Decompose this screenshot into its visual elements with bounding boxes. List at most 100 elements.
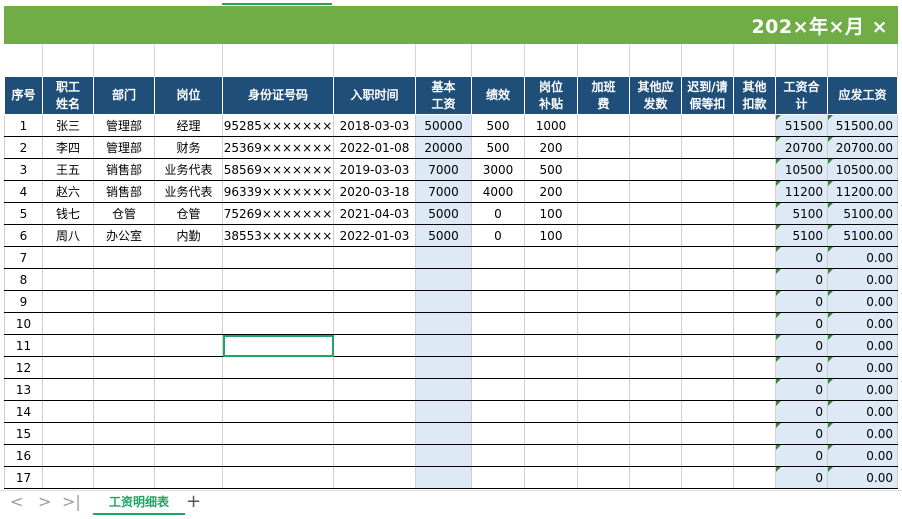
table-cell[interactable] <box>681 400 734 423</box>
table-cell[interactable] <box>733 422 776 445</box>
table-cell[interactable] <box>681 202 734 225</box>
table-cell[interactable] <box>222 466 334 489</box>
table-cell[interactable]: 5100.00 <box>827 202 898 225</box>
table-cell[interactable] <box>222 444 334 467</box>
column-header[interactable]: 加班 费 <box>577 76 630 115</box>
table-cell[interactable] <box>154 246 223 269</box>
table-cell[interactable] <box>471 268 525 291</box>
table-cell[interactable]: 2021-04-03 <box>333 202 416 225</box>
table-cell[interactable] <box>629 356 682 379</box>
table-cell[interactable]: 1000 <box>524 114 578 137</box>
table-cell[interactable]: 0.00 <box>827 290 898 313</box>
table-cell[interactable]: 0 <box>775 444 828 467</box>
table-cell[interactable] <box>154 290 223 313</box>
table-cell[interactable]: 51500.00 <box>827 114 898 137</box>
table-cell[interactable]: 3000 <box>471 158 525 181</box>
table-cell[interactable] <box>415 246 472 269</box>
table-cell[interactable]: 仓管 <box>93 202 155 225</box>
table-cell[interactable] <box>471 290 525 313</box>
table-cell[interactable] <box>733 466 776 489</box>
table-cell[interactable] <box>629 334 682 357</box>
table-cell[interactable] <box>681 180 734 203</box>
table-cell[interactable] <box>733 334 776 357</box>
table-cell[interactable] <box>415 312 472 335</box>
table-cell[interactable]: 51500 <box>775 114 828 137</box>
table-cell[interactable] <box>154 334 223 357</box>
table-cell[interactable]: 2 <box>4 136 43 159</box>
table-cell[interactable] <box>681 290 734 313</box>
table-cell[interactable] <box>733 114 776 137</box>
table-cell[interactable]: 0.00 <box>827 400 898 423</box>
table-cell[interactable] <box>222 246 334 269</box>
table-cell[interactable]: 2022-01-08 <box>333 136 416 159</box>
table-cell[interactable] <box>524 356 578 379</box>
table-cell[interactable]: 11200.00 <box>827 180 898 203</box>
table-cell[interactable] <box>222 400 334 423</box>
table-cell[interactable] <box>629 378 682 401</box>
table-cell[interactable] <box>681 422 734 445</box>
table-cell[interactable]: 38553××××××× <box>222 224 334 247</box>
table-cell[interactable] <box>154 378 223 401</box>
table-cell[interactable]: 0.00 <box>827 312 898 335</box>
table-cell[interactable]: 50000 <box>415 114 472 137</box>
table-cell[interactable]: 0 <box>775 290 828 313</box>
table-cell[interactable] <box>733 290 776 313</box>
table-cell[interactable] <box>333 356 416 379</box>
table-cell[interactable] <box>733 136 776 159</box>
table-cell[interactable] <box>93 312 155 335</box>
table-cell[interactable] <box>42 334 94 357</box>
table-cell[interactable] <box>577 356 630 379</box>
table-cell[interactable]: 75269××××××× <box>222 202 334 225</box>
table-cell[interactable] <box>333 444 416 467</box>
table-cell[interactable] <box>577 400 630 423</box>
table-cell[interactable]: 赵六 <box>42 180 94 203</box>
table-cell[interactable] <box>577 466 630 489</box>
table-cell[interactable] <box>415 334 472 357</box>
table-cell[interactable]: 0.00 <box>827 268 898 291</box>
table-cell[interactable] <box>93 356 155 379</box>
table-cell[interactable] <box>733 202 776 225</box>
table-cell[interactable]: 办公室 <box>93 224 155 247</box>
table-cell[interactable]: 2018-03-03 <box>333 114 416 137</box>
table-cell[interactable] <box>42 400 94 423</box>
table-cell[interactable] <box>629 136 682 159</box>
table-cell[interactable] <box>154 312 223 335</box>
table-cell[interactable]: 2020-03-18 <box>333 180 416 203</box>
table-cell[interactable] <box>577 224 630 247</box>
table-cell[interactable] <box>681 466 734 489</box>
table-cell[interactable]: 14 <box>4 400 43 423</box>
table-cell[interactable] <box>42 422 94 445</box>
table-cell[interactable]: 96339××××××× <box>222 180 334 203</box>
table-cell[interactable] <box>471 334 525 357</box>
table-cell[interactable]: 2019-03-03 <box>333 158 416 181</box>
table-cell[interactable]: 0.00 <box>827 356 898 379</box>
table-cell[interactable] <box>415 466 472 489</box>
table-cell[interactable] <box>629 180 682 203</box>
next-sheet-icon[interactable]: > <box>38 492 51 511</box>
table-cell[interactable]: 仓管 <box>154 202 223 225</box>
table-cell[interactable] <box>577 158 630 181</box>
table-cell[interactable]: 17 <box>4 466 43 489</box>
table-cell[interactable] <box>42 246 94 269</box>
table-cell[interactable]: 0 <box>775 268 828 291</box>
table-cell[interactable] <box>154 268 223 291</box>
table-cell[interactable]: 0 <box>775 334 828 357</box>
table-cell[interactable] <box>93 268 155 291</box>
table-cell[interactable]: 5100 <box>775 224 828 247</box>
table-cell[interactable] <box>524 246 578 269</box>
table-cell[interactable]: 7000 <box>415 158 472 181</box>
table-cell[interactable] <box>333 334 416 357</box>
table-cell[interactable] <box>524 400 578 423</box>
table-cell[interactable] <box>154 422 223 445</box>
table-cell[interactable]: 销售部 <box>93 180 155 203</box>
table-cell[interactable] <box>733 268 776 291</box>
table-cell[interactable] <box>524 312 578 335</box>
table-cell[interactable]: 0.00 <box>827 444 898 467</box>
column-header[interactable]: 岗位 补贴 <box>524 76 578 115</box>
table-cell[interactable]: 业务代表 <box>154 158 223 181</box>
table-cell[interactable]: 10500.00 <box>827 158 898 181</box>
table-cell[interactable]: 200 <box>524 136 578 159</box>
table-cell[interactable]: 0 <box>471 202 525 225</box>
column-header[interactable]: 应发工资 <box>827 76 898 115</box>
table-cell[interactable] <box>577 444 630 467</box>
